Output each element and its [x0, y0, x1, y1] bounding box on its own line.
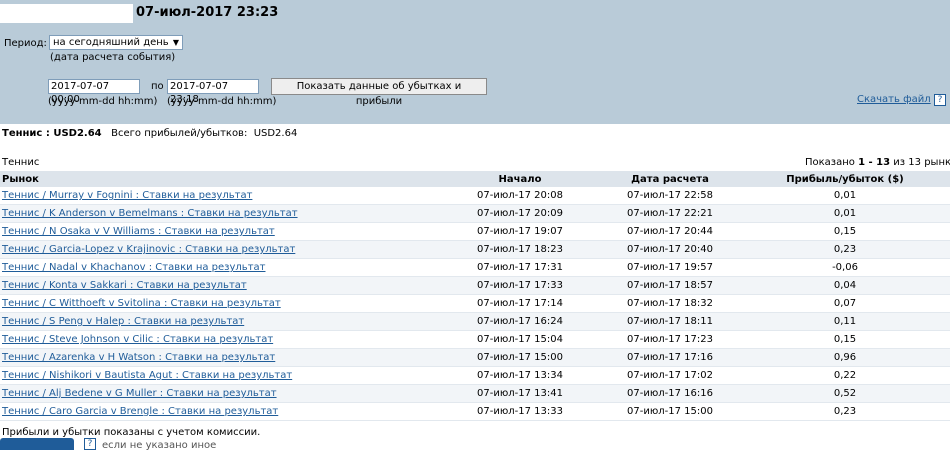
table-header-row: Рынок Начало Дата расчета Прибыль/убыток… — [0, 171, 950, 187]
all-total-value: USD2.64 — [253, 128, 298, 139]
table-row: Теннис / Murray v Fognini : Ставки на ре… — [0, 187, 950, 205]
column-header-settled: Дата расчета — [600, 171, 740, 187]
help-icon[interactable]: ? — [934, 94, 946, 106]
settled-cell: 07-июл-17 18:32 — [600, 294, 740, 313]
market-link[interactable]: Теннис / Nadal v Khachanov : Ставки на р… — [2, 262, 265, 273]
column-header-start: Начало — [440, 171, 600, 187]
profit-cell: 0,11 — [740, 312, 950, 331]
to-label: по — [151, 81, 164, 92]
settled-cell: 07-июл-17 15:00 — [600, 402, 740, 421]
period-hint: (дата расчета события) — [50, 52, 176, 63]
start-cell: 07-июл-17 17:31 — [440, 258, 600, 277]
to-date-input[interactable]: 2017-07-07 23:18 — [167, 79, 259, 105]
settled-cell: 07-июл-17 17:02 — [600, 366, 740, 385]
settled-cell: 07-июл-17 20:40 — [600, 240, 740, 259]
table-row: Теннис / Konta v Sakkari : Ставки на рез… — [0, 276, 950, 295]
start-cell: 07-июл-17 15:00 — [440, 348, 600, 367]
markets-table: Рынок Начало Дата расчета Прибыль/убыток… — [0, 171, 950, 421]
start-cell: 07-июл-17 20:08 — [440, 187, 600, 205]
from-date-input[interactable]: 2017-07-07 00:00 — [48, 79, 140, 105]
profit-cell: 0,52 — [740, 384, 950, 403]
profit-cell: 0,22 — [740, 366, 950, 385]
table-row: Теннис / Garcia-Lopez v Krajinovic : Ста… — [0, 240, 950, 259]
download-file-link[interactable]: Скачать файл — [857, 94, 931, 105]
settled-cell: 07-июл-17 17:23 — [600, 330, 740, 349]
start-cell: 07-июл-17 15:04 — [440, 330, 600, 349]
market-link[interactable]: Теннис / N Osaka v V Williams : Ставки н… — [2, 226, 275, 237]
sport-total: Теннис : USD2.64 — [2, 128, 102, 139]
profit-cell: -0,06 — [740, 258, 950, 277]
period-label: Период: — [4, 38, 47, 49]
table-row: Теннис / K Anderson v Bemelmans : Ставки… — [0, 204, 950, 223]
settled-cell: 07-июл-17 18:11 — [600, 312, 740, 331]
profit-cell: 0,01 — [740, 187, 950, 205]
table-row: Теннис / Caro Garcia v Brengle : Ставки … — [0, 402, 950, 421]
market-link[interactable]: Теннис / Garcia-Lopez v Krajinovic : Ста… — [2, 244, 295, 255]
market-link[interactable]: Теннис / Caro Garcia v Brengle : Ставки … — [2, 406, 278, 417]
profit-cell: 0,04 — [740, 276, 950, 295]
profit-summary: Теннис : USD2.64 Всего прибылей/убытков:… — [2, 128, 297, 139]
table-row: Теннис / Alj Bedene v G Muller : Ставки … — [0, 384, 950, 403]
start-cell: 07-июл-17 13:41 — [440, 384, 600, 403]
table-row: Теннис / Nishikori v Bautista Agut : Ста… — [0, 366, 950, 385]
show-profit-loss-button[interactable]: Показать данные об убытках и прибыли — [271, 78, 487, 107]
title-blank-area — [0, 4, 133, 23]
market-link[interactable]: Теннис / S Peng v Halep : Ставки на резу… — [2, 316, 244, 327]
market-link[interactable]: Теннис / Azarenka v H Watson : Ставки на… — [2, 352, 275, 363]
table-row: Теннис / N Osaka v V Williams : Ставки н… — [0, 222, 950, 241]
settled-cell: 07-июл-17 20:44 — [600, 222, 740, 241]
settled-cell: 07-июл-17 16:16 — [600, 384, 740, 403]
all-total-label: Всего прибылей/убытков: — [111, 128, 248, 139]
start-cell: 07-июл-17 17:14 — [440, 294, 600, 313]
market-link[interactable]: Теннис / Nishikori v Bautista Agut : Ста… — [2, 370, 292, 381]
start-cell: 07-июл-17 13:33 — [440, 402, 600, 421]
table-row: Теннис / Nadal v Khachanov : Ставки на р… — [0, 258, 950, 277]
market-link[interactable]: Теннис / C Witthoeft v Svitolina : Ставк… — [2, 298, 281, 309]
settled-cell: 07-июл-17 22:21 — [600, 204, 740, 223]
profit-cell: 0,15 — [740, 222, 950, 241]
table-row: Теннис / S Peng v Halep : Ставки на резу… — [0, 312, 950, 331]
profit-cell: 0,07 — [740, 294, 950, 313]
settled-cell: 07-июл-17 22:58 — [600, 187, 740, 205]
start-cell: 07-июл-17 19:07 — [440, 222, 600, 241]
table-row: Теннис / Steve Johnson v Cilic : Ставки … — [0, 330, 950, 349]
market-link[interactable]: Теннис / Murray v Fognini : Ставки на ре… — [2, 190, 252, 201]
settled-cell: 07-июл-17 19:57 — [600, 258, 740, 277]
profit-cell: 0,23 — [740, 402, 950, 421]
market-link[interactable]: Теннис / Konta v Sakkari : Ставки на рез… — [2, 280, 247, 291]
filter-panel: 07-июл-2017 23:23 Период: на сегодняшний… — [0, 0, 950, 124]
market-link[interactable]: Теннис / Alj Bedene v G Muller : Ставки … — [2, 388, 277, 399]
to-format-hint: (yyyy-mm-dd hh:mm) — [167, 96, 277, 107]
period-select-value: на сегодняшний день — [53, 37, 169, 48]
help-icon[interactable]: ? — [84, 438, 96, 450]
page-title-date: 07-июл-2017 23:23 — [136, 5, 279, 20]
market-link[interactable]: Теннис / Steve Johnson v Cilic : Ставки … — [2, 334, 273, 345]
chevron-down-icon: ▼ — [172, 38, 179, 47]
table-sport-caption: Теннис — [2, 157, 40, 168]
column-header-profit: Прибыль/убыток ($) — [740, 171, 950, 187]
profit-cell: 0,01 — [740, 204, 950, 223]
bottom-action-button[interactable] — [0, 438, 74, 450]
from-format-hint: (yyyy-mm-dd hh:mm) — [48, 96, 158, 107]
table-row: Теннис / Azarenka v H Watson : Ставки на… — [0, 348, 950, 367]
commission-note: Прибыли и убытки показаны с учетом комис… — [2, 427, 261, 438]
shown-count: Показано 1 - 13 из 13 рынки — [805, 157, 950, 168]
start-cell: 07-июл-17 17:33 — [440, 276, 600, 295]
settled-cell: 07-июл-17 17:16 — [600, 348, 740, 367]
period-select[interactable]: на сегодняшний день ▼ — [49, 35, 183, 50]
table-row: Теннис / C Witthoeft v Svitolina : Ставк… — [0, 294, 950, 313]
profit-cell: 0,96 — [740, 348, 950, 367]
market-link[interactable]: Теннис / K Anderson v Bemelmans : Ставки… — [2, 208, 298, 219]
settled-cell: 07-июл-17 18:57 — [600, 276, 740, 295]
column-header-market: Рынок — [0, 171, 440, 187]
start-cell: 07-июл-17 20:09 — [440, 204, 600, 223]
profit-cell: 0,15 — [740, 330, 950, 349]
start-cell: 07-июл-17 16:24 — [440, 312, 600, 331]
profit-cell: 0,23 — [740, 240, 950, 259]
start-cell: 07-июл-17 13:34 — [440, 366, 600, 385]
start-cell: 07-июл-17 18:23 — [440, 240, 600, 259]
